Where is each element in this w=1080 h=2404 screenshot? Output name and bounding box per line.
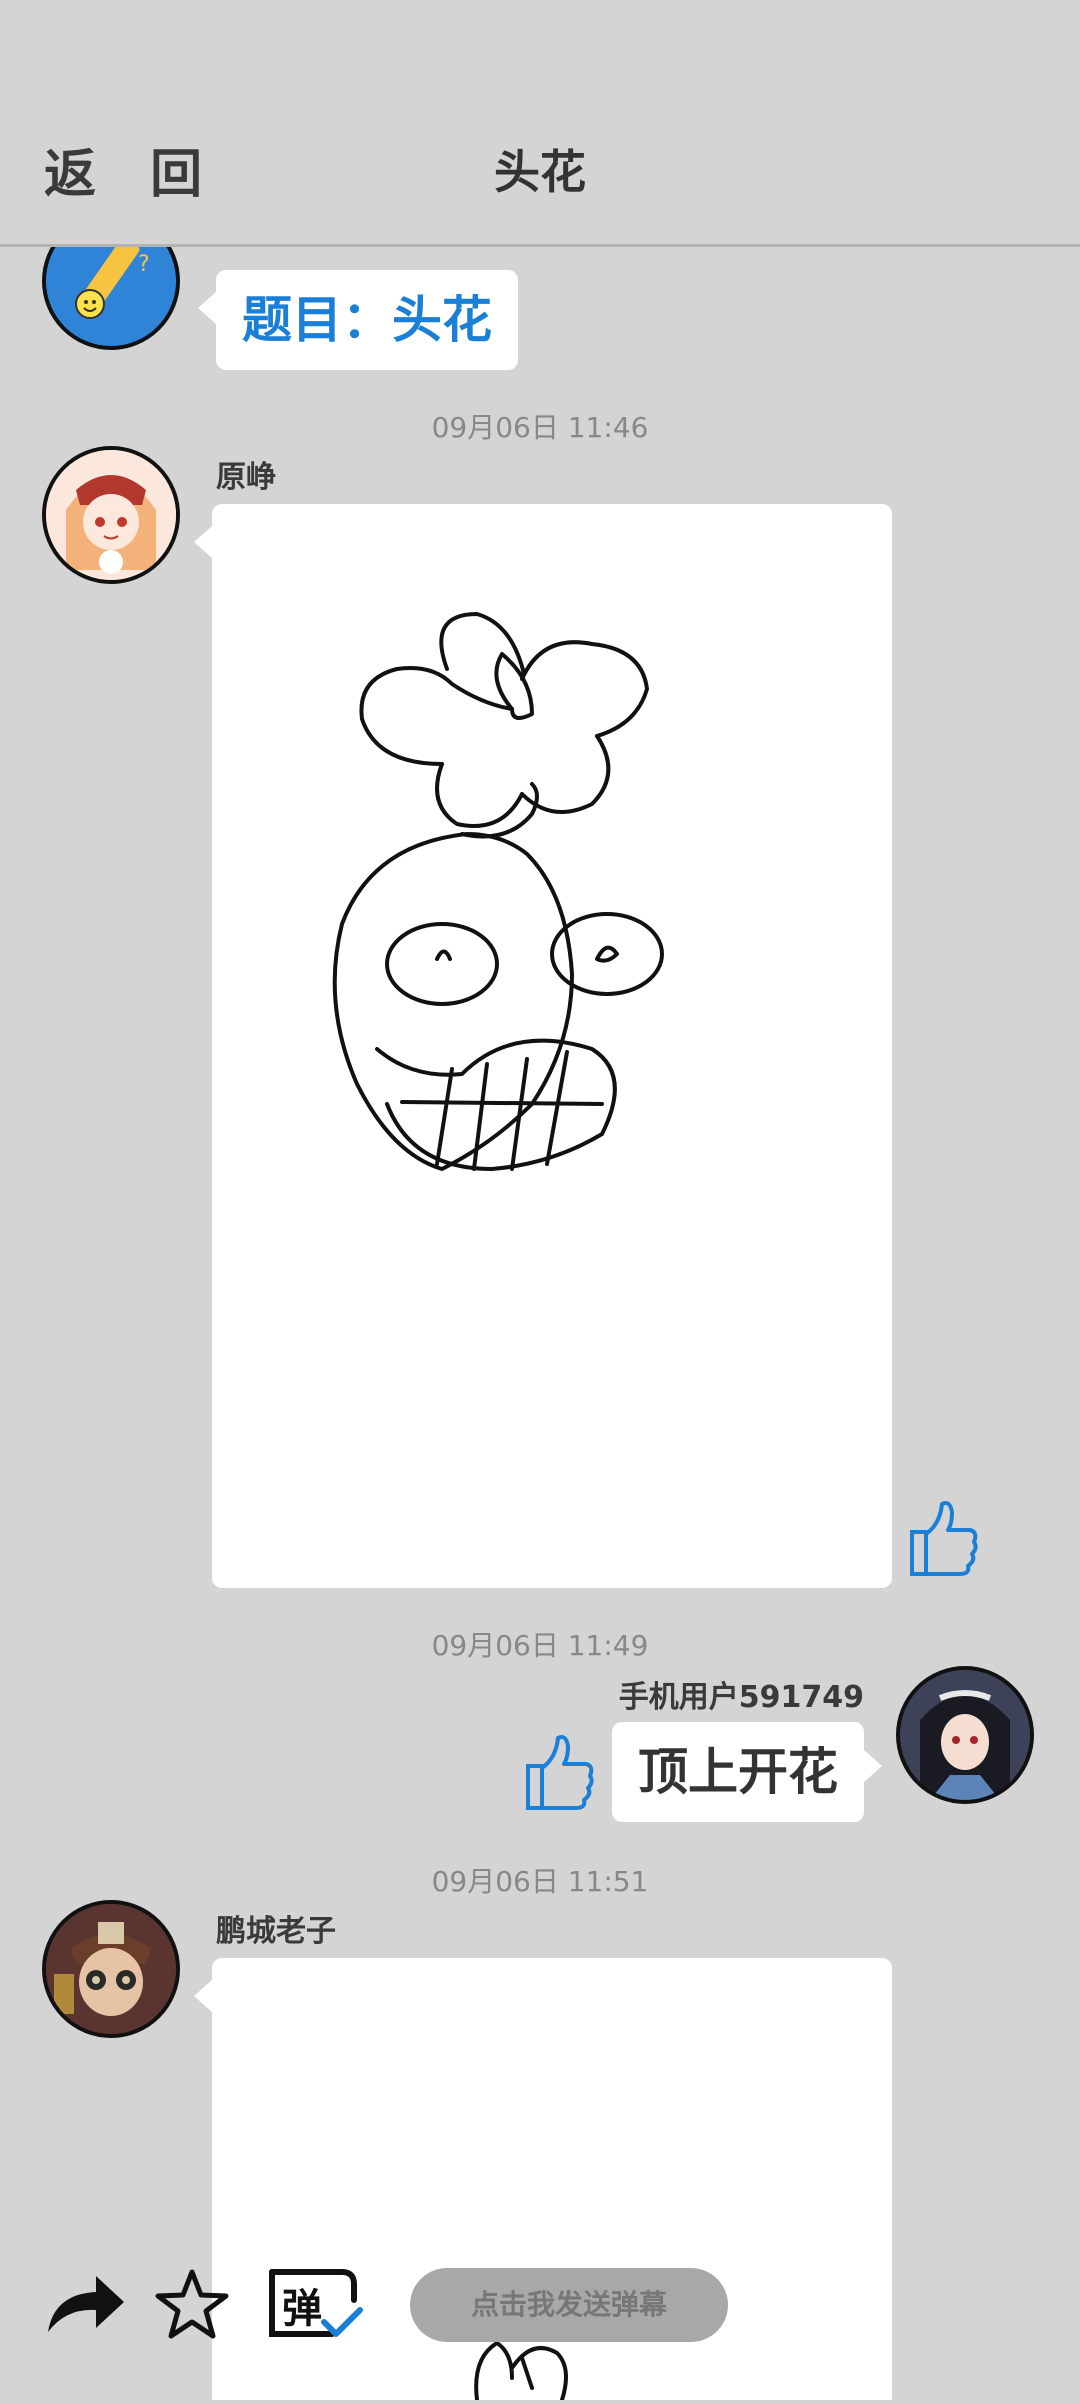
star-icon[interactable] — [154, 2266, 230, 2346]
sender-name: 手机用户591749 — [618, 1680, 864, 1715]
topic-bubble: 题目：头花 — [198, 270, 518, 370]
avatar-user[interactable] — [42, 446, 180, 584]
reply-text: 顶上开花 — [638, 1743, 838, 1801]
avatar-user[interactable] — [42, 1900, 180, 2038]
drawing-canvas — [332, 612, 664, 1171]
share-icon[interactable] — [44, 2270, 126, 2340]
timestamp: 09月06日 11:51 — [431, 1865, 649, 1898]
thumbs-up-icon[interactable] — [904, 1496, 980, 1582]
svg-text:?: ? — [138, 252, 150, 277]
danmu-icon-glyph: 弹 — [282, 2286, 322, 2332]
danmu-toggle-icon[interactable]: 弹 — [262, 2262, 366, 2346]
reply-bubble: 顶上开花 — [612, 1722, 882, 1822]
page-title: 头花 — [494, 145, 586, 199]
topic-text: 题目：头花 — [242, 291, 492, 349]
thumbs-up-icon[interactable] — [520, 1730, 596, 1816]
timestamp: 09月06日 11:46 — [431, 411, 649, 444]
top-bar: 返 回 头花 — [0, 0, 1080, 247]
sender-name: 鹏城老子 — [216, 1914, 336, 1949]
timestamp: 09月06日 11:49 — [431, 1629, 649, 1662]
danmu-input[interactable]: 点击我发送弹幕 — [410, 2268, 728, 2342]
avatar-self[interactable] — [896, 1666, 1034, 1804]
sender-name: 原峥 — [216, 460, 276, 495]
drawing-bubble[interactable] — [194, 504, 892, 1588]
